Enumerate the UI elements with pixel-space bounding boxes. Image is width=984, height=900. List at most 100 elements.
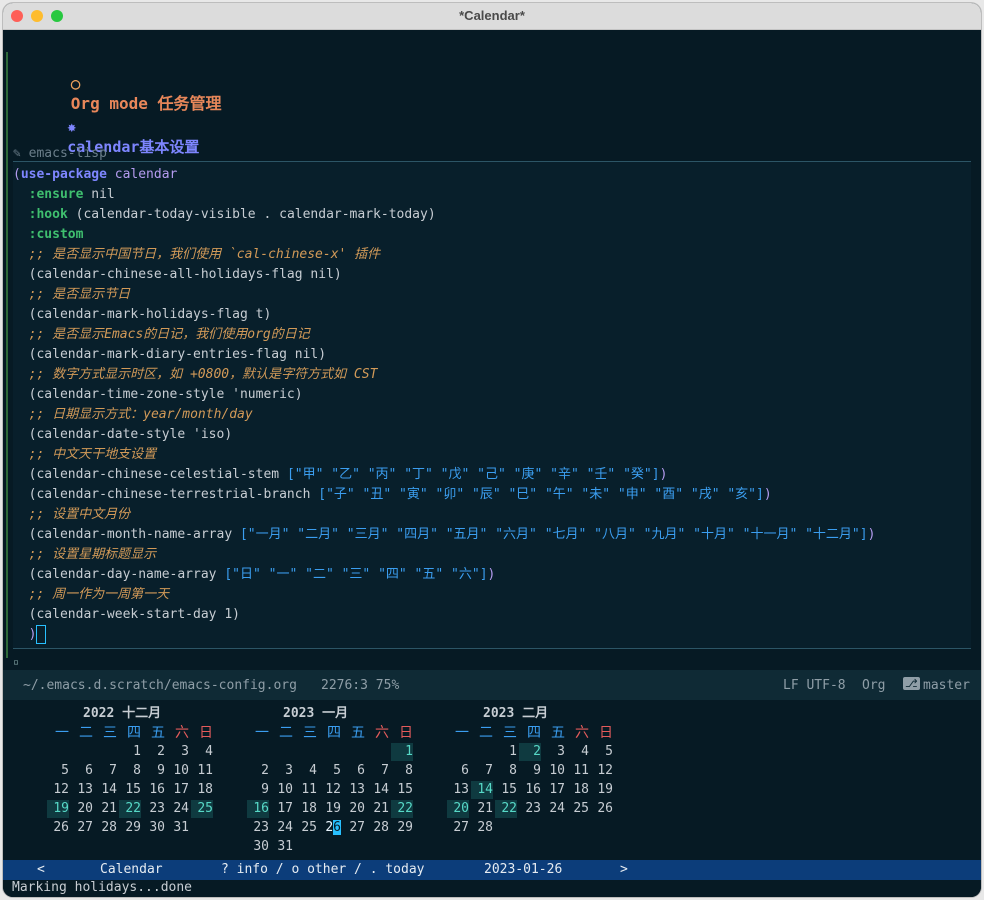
calendar-day[interactable]: 11 [295,781,317,799]
calendar-day[interactable]: 24 [167,800,189,818]
calendar-day[interactable]: 8 [391,762,413,780]
calendar-day[interactable]: 25 [191,800,213,818]
calendar-day[interactable]: 16 [519,781,541,799]
calendar-day[interactable]: 6 [71,762,93,780]
calendar-day[interactable]: 19 [319,800,341,818]
calendar-day[interactable]: 2 [143,743,165,761]
code-line[interactable]: ;; 设置中文月份 [13,505,875,525]
calendar-day[interactable]: 25 [567,800,589,818]
code-line[interactable]: (calendar-chinese-terrestrial-branch ["子… [13,485,875,505]
code-line[interactable]: ;; 日期显示方式：year/month/day [13,405,875,425]
calendar-day[interactable]: 18 [295,800,317,818]
calendar-day[interactable]: 12 [591,762,613,780]
calendar-day[interactable]: 21 [367,800,389,818]
calendar-day[interactable]: 23 [247,819,269,837]
calendar-day[interactable]: 1 [391,743,413,761]
calendar-day[interactable]: 17 [543,781,565,799]
calendar-day[interactable]: 6 [343,762,365,780]
code-line[interactable]: ;; 是否显示中国节日，我们使用 `cal-chinese-x' 插件 [13,245,875,265]
calendar-day[interactable]: 28 [367,819,389,837]
calendar-day[interactable]: 27 [71,819,93,837]
calendar-day[interactable]: 29 [119,819,141,837]
calendar-day[interactable]: 23 [143,800,165,818]
calendar-day[interactable]: 22 [119,800,141,818]
code-line[interactable]: ;; 设置星期标题显示 [13,545,875,565]
calendar-day[interactable]: 10 [543,762,565,780]
calendar-day[interactable]: 16 [143,781,165,799]
calendar-day[interactable]: 28 [471,819,493,837]
calendar-day[interactable]: 20 [343,800,365,818]
calendar-day[interactable]: 26 [319,819,341,837]
code-line[interactable]: :custom [13,225,875,245]
calendar-day[interactable]: 19 [47,800,69,818]
calendar-day[interactable]: 8 [495,762,517,780]
calendar-day[interactable]: 18 [567,781,589,799]
calendar-day[interactable]: 3 [167,743,189,761]
code-line[interactable]: (calendar-time-zone-style 'numeric) [13,385,875,405]
calendar-day[interactable]: 15 [495,781,517,799]
calendar-day[interactable]: 3 [271,762,293,780]
calendar-day[interactable]: 10 [271,781,293,799]
calendar-day[interactable]: 27 [343,819,365,837]
calendar-day[interactable]: 5 [47,762,69,780]
calendar-day[interactable]: 22 [391,800,413,818]
calendar-next-button[interactable]: > [620,862,628,877]
code-lines[interactable]: (use-package calendar :ensure nil :hook … [13,165,875,645]
calendar-day[interactable]: 2 [519,743,541,761]
calendar-day[interactable]: 1 [495,743,517,761]
calendar-day[interactable]: 29 [391,819,413,837]
calendar-day[interactable]: 9 [247,781,269,799]
code-line[interactable]: :hook (calendar-today-visible . calendar… [13,205,875,225]
calendar-day[interactable]: 11 [567,762,589,780]
org-buffer[interactable]: ○ Org mode 任务管理 ✸ calendar基本设置 ✎ emacs-l… [3,30,981,670]
code-line[interactable]: (calendar-chinese-celestial-stem ["甲" "乙… [13,465,875,485]
calendar-day[interactable]: 31 [271,838,293,856]
code-line[interactable]: (use-package calendar [13,165,875,185]
calendar-day[interactable]: 1 [119,743,141,761]
calendar-day[interactable]: 17 [167,781,189,799]
calendar-day[interactable]: 8 [119,762,141,780]
calendar-day[interactable]: 31 [167,819,189,837]
calendar-day[interactable]: 4 [295,762,317,780]
code-line[interactable]: ;; 中文天干地支设置 [13,445,875,465]
calendar-day[interactable]: 7 [367,762,389,780]
code-line[interactable]: (calendar-day-name-array ["日" "一" "二" "三… [13,565,875,585]
code-line[interactable]: ;; 是否显示节日 [13,285,875,305]
calendar-day[interactable]: 2 [247,762,269,780]
calendar-day[interactable]: 12 [47,781,69,799]
calendar-day[interactable]: 13 [447,781,469,799]
code-line[interactable]: ;; 数字方式显示时区，如 +0800，默认是字符方式如 CST [13,365,875,385]
calendar-day[interactable]: 12 [319,781,341,799]
calendar-day[interactable]: 4 [567,743,589,761]
calendar-day[interactable]: 9 [143,762,165,780]
calendar-day[interactable]: 21 [471,800,493,818]
code-line[interactable]: :ensure nil [13,185,875,205]
calendar-day[interactable]: 24 [271,819,293,837]
code-line[interactable]: ;; 是否显示Emacs的日记，我们使用org的日记 [13,325,875,345]
code-line[interactable]: ) [13,625,875,645]
calendar-day[interactable]: 30 [247,838,269,856]
calendar-day[interactable]: 4 [191,743,213,761]
calendar-day[interactable]: 17 [271,800,293,818]
calendar-day[interactable]: 14 [95,781,117,799]
calendar-day[interactable]: 13 [71,781,93,799]
calendar-day[interactable]: 7 [471,762,493,780]
calendar-day[interactable]: 10 [167,762,189,780]
calendar-day[interactable]: 27 [447,819,469,837]
calendar-day[interactable]: 15 [119,781,141,799]
calendar-day[interactable]: 20 [71,800,93,818]
code-line[interactable]: ;; 周一作为一周第一天 [13,585,875,605]
calendar-day[interactable]: 15 [391,781,413,799]
calendar-day[interactable]: 20 [447,800,469,818]
calendar-day[interactable]: 3 [543,743,565,761]
calendar-day[interactable]: 11 [191,762,213,780]
code-line[interactable]: (calendar-mark-holidays-flag t) [13,305,875,325]
calendar-day[interactable]: 30 [143,819,165,837]
calendar-day[interactable]: 26 [47,819,69,837]
calendar-day[interactable]: 19 [591,781,613,799]
calendar-day[interactable]: 28 [95,819,117,837]
code-line[interactable]: (calendar-date-style 'iso) [13,425,875,445]
calendar-day[interactable]: 21 [95,800,117,818]
calendar-day[interactable]: 22 [495,800,517,818]
calendar-day[interactable]: 25 [295,819,317,837]
